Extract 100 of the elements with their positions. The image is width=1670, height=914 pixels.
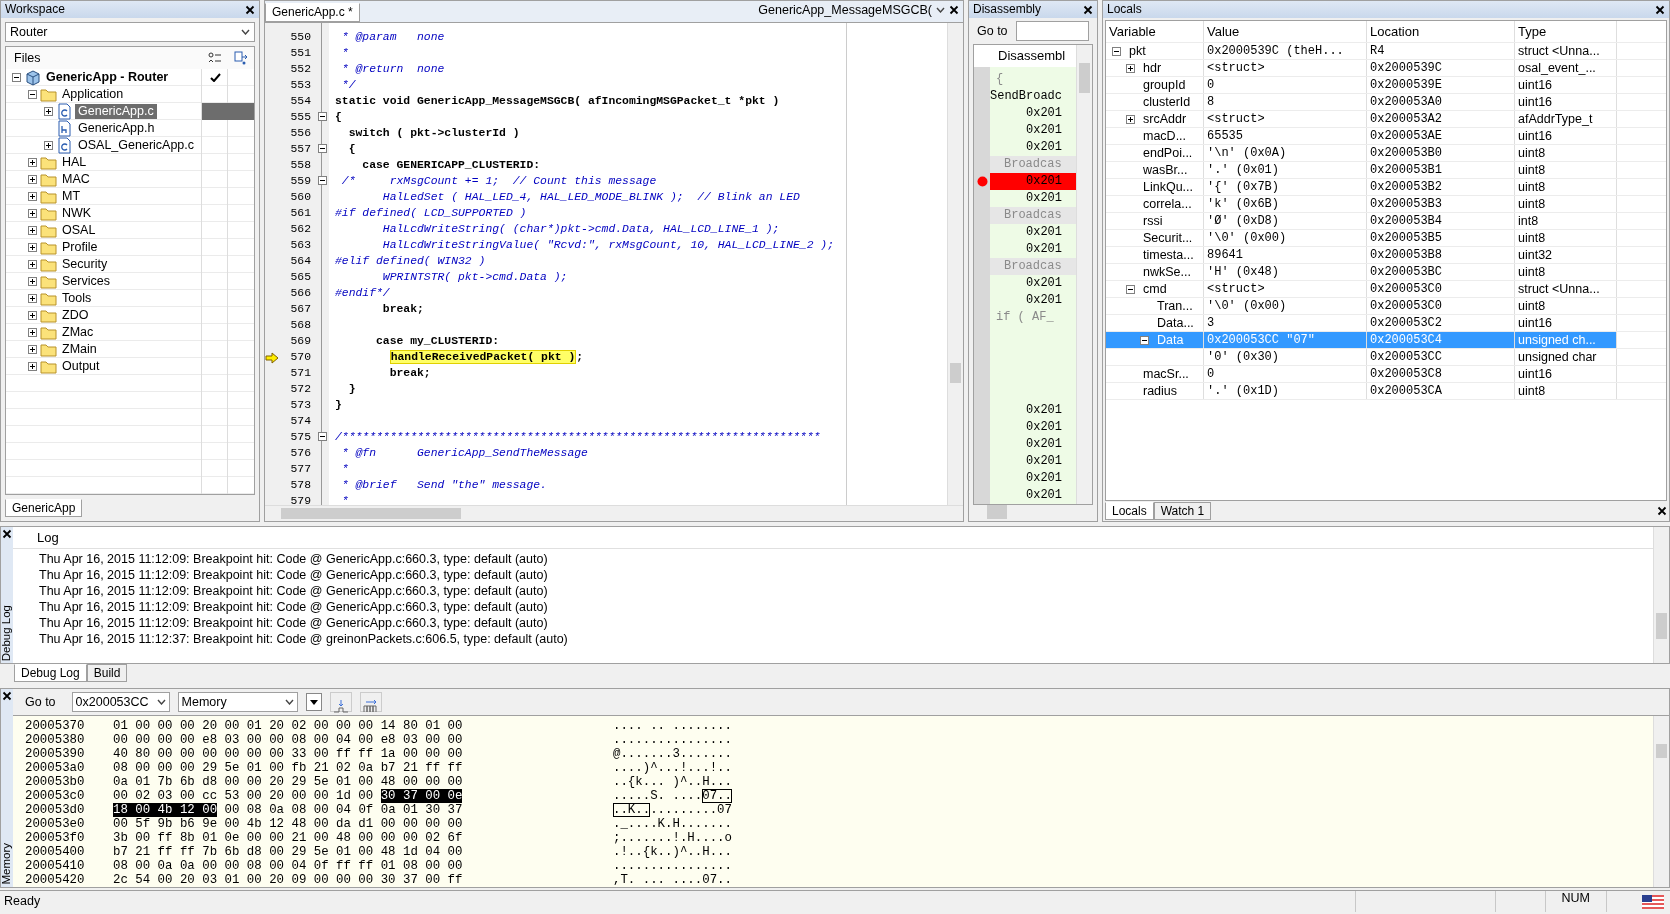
tab[interactable]: GenericApp [5, 498, 83, 517]
column-header[interactable]: Value [1207, 21, 1240, 42]
config-dropdown[interactable]: Router [5, 22, 255, 42]
tree-item[interactable]: OSAL [59, 223, 99, 238]
expand-icon[interactable] [28, 158, 37, 167]
expand-icon[interactable] [28, 226, 37, 235]
collapse-icon[interactable] [28, 90, 37, 99]
expand-icon[interactable] [28, 260, 37, 269]
code-line: /* rxMsgCount += 1; // Count this message [340, 173, 658, 189]
close-icon[interactable] [949, 5, 959, 16]
hex-bytes: 08 00 0a 0a 00 00 08 00 04 0f ff ff 01 08 00 00 [113, 859, 463, 873]
expand-icon[interactable] [28, 243, 37, 252]
zone-dropdown[interactable]: Memory [177, 692, 298, 712]
dropdown-icon[interactable] [936, 7, 945, 14]
tab[interactable]: Locals [1105, 501, 1154, 521]
column-header[interactable]: Variable [1109, 21, 1156, 42]
tab[interactable]: Build [86, 664, 128, 682]
tree-item[interactable]: Services [59, 274, 113, 289]
tree-item[interactable]: MAC [59, 172, 93, 187]
collapse-icon[interactable] [317, 144, 327, 154]
address: 0x201 [1026, 293, 1062, 307]
menu-button[interactable] [305, 693, 322, 711]
tree-item[interactable]: GenericApp.h [75, 121, 158, 136]
variable-type: unsigned char [1518, 349, 1597, 365]
code-line: * @fn GenericApp_SendTheMessage [340, 445, 589, 461]
expand-icon[interactable] [28, 345, 37, 354]
close-icon[interactable] [2, 529, 12, 539]
scrollbar[interactable] [947, 22, 963, 506]
scrollbar[interactable] [1076, 45, 1092, 504]
tree-item[interactable]: Profile [59, 240, 101, 255]
goto-field[interactable] [1015, 21, 1089, 41]
collapse-icon[interactable] [1126, 284, 1135, 294]
expand-icon[interactable] [28, 192, 37, 201]
tree-item[interactable]: GenericApp - Router [43, 70, 172, 85]
tree-item[interactable]: Application [59, 87, 127, 102]
breakpoint-icon[interactable] [976, 176, 988, 187]
variable-location: 0x200053BC [1370, 264, 1442, 280]
tree-item[interactable]: MT [59, 189, 84, 204]
tree-item[interactable]: ZMac [59, 325, 97, 340]
file-tab[interactable]: GenericApp.c * [265, 3, 360, 22]
variable-type: uint8 [1518, 264, 1546, 280]
tree-item[interactable]: NWK [59, 206, 95, 221]
tab[interactable]: Watch 1 [1153, 501, 1212, 521]
code-line: * [340, 45, 350, 61]
variable-value: <struct> [1207, 60, 1265, 76]
expand-icon[interactable] [28, 311, 37, 320]
tree-item[interactable]: ZDO [59, 308, 92, 323]
collapse-icon[interactable] [317, 112, 327, 122]
scrollbar[interactable] [265, 505, 963, 521]
collapse-icon[interactable] [317, 432, 327, 442]
expand-icon[interactable] [28, 362, 37, 371]
collapse-icon[interactable] [12, 73, 21, 82]
expand-icon[interactable] [28, 209, 37, 218]
code-line: * [340, 461, 350, 477]
code-line: case my_CLUSTERID: [375, 333, 501, 349]
goto-field[interactable]: 0x200053CC [71, 692, 170, 712]
expand-icon[interactable] [44, 141, 53, 150]
function-dropdown[interactable]: GenericApp_MessageMSGCB( [758, 2, 932, 18]
dropdown-icon[interactable] [241, 29, 250, 35]
expand-icon[interactable] [28, 175, 37, 184]
code-line: static void GenericApp_MessageMSGCB( afIncomingMSGPacket_t *pkt ) [335, 93, 781, 109]
tree-item[interactable]: Security [59, 257, 111, 272]
column-header[interactable]: Location [1370, 21, 1420, 42]
code-line: } [335, 397, 343, 413]
collapse-icon[interactable] [1140, 335, 1149, 345]
expand-icon[interactable] [28, 294, 37, 303]
close-icon[interactable] [245, 4, 255, 15]
expand-icon[interactable] [28, 328, 37, 337]
tree-item[interactable]: ZMain [59, 342, 100, 357]
dropdown-icon[interactable] [156, 699, 166, 705]
expand-icon[interactable] [1126, 114, 1135, 124]
close-icon[interactable] [1655, 4, 1665, 15]
expand-icon[interactable] [28, 277, 37, 286]
close-icon[interactable] [2, 691, 12, 701]
scrollbar[interactable] [1653, 716, 1669, 887]
line-number: 563 [289, 237, 311, 253]
tree-item[interactable]: GenericApp.c [75, 104, 157, 119]
expand-icon[interactable] [44, 107, 53, 116]
options-icon[interactable] [208, 52, 222, 64]
variable-value: '.' (0x01) [1207, 162, 1279, 178]
tree-item[interactable]: HAL [59, 155, 90, 170]
toolbar-button[interactable] [359, 692, 382, 712]
tree-item[interactable]: Tools [59, 291, 95, 306]
variable-location: 0x200053A0 [1370, 94, 1442, 110]
tree-item[interactable]: Output [59, 359, 103, 374]
scrollbar[interactable] [1653, 527, 1669, 663]
memory-address: 20005370 [25, 719, 86, 733]
build-icon[interactable] [234, 51, 248, 65]
column-header[interactable]: Type [1518, 21, 1547, 42]
tab[interactable]: Debug Log [14, 664, 87, 682]
current-statement: handleReceivedPacket( pkt ) [389, 349, 577, 364]
close-icon[interactable] [1083, 4, 1093, 15]
dropdown-icon[interactable] [284, 699, 294, 705]
memory-address: 200053c0 [25, 789, 86, 803]
variable-location: 0x200053AE [1370, 128, 1442, 144]
collapse-icon[interactable] [317, 176, 327, 186]
tree-item[interactable]: OSAL_GenericApp.c [75, 138, 198, 153]
close-icon[interactable] [1657, 506, 1667, 516]
collapse-icon[interactable] [1112, 46, 1121, 56]
expand-icon[interactable] [1126, 63, 1135, 73]
